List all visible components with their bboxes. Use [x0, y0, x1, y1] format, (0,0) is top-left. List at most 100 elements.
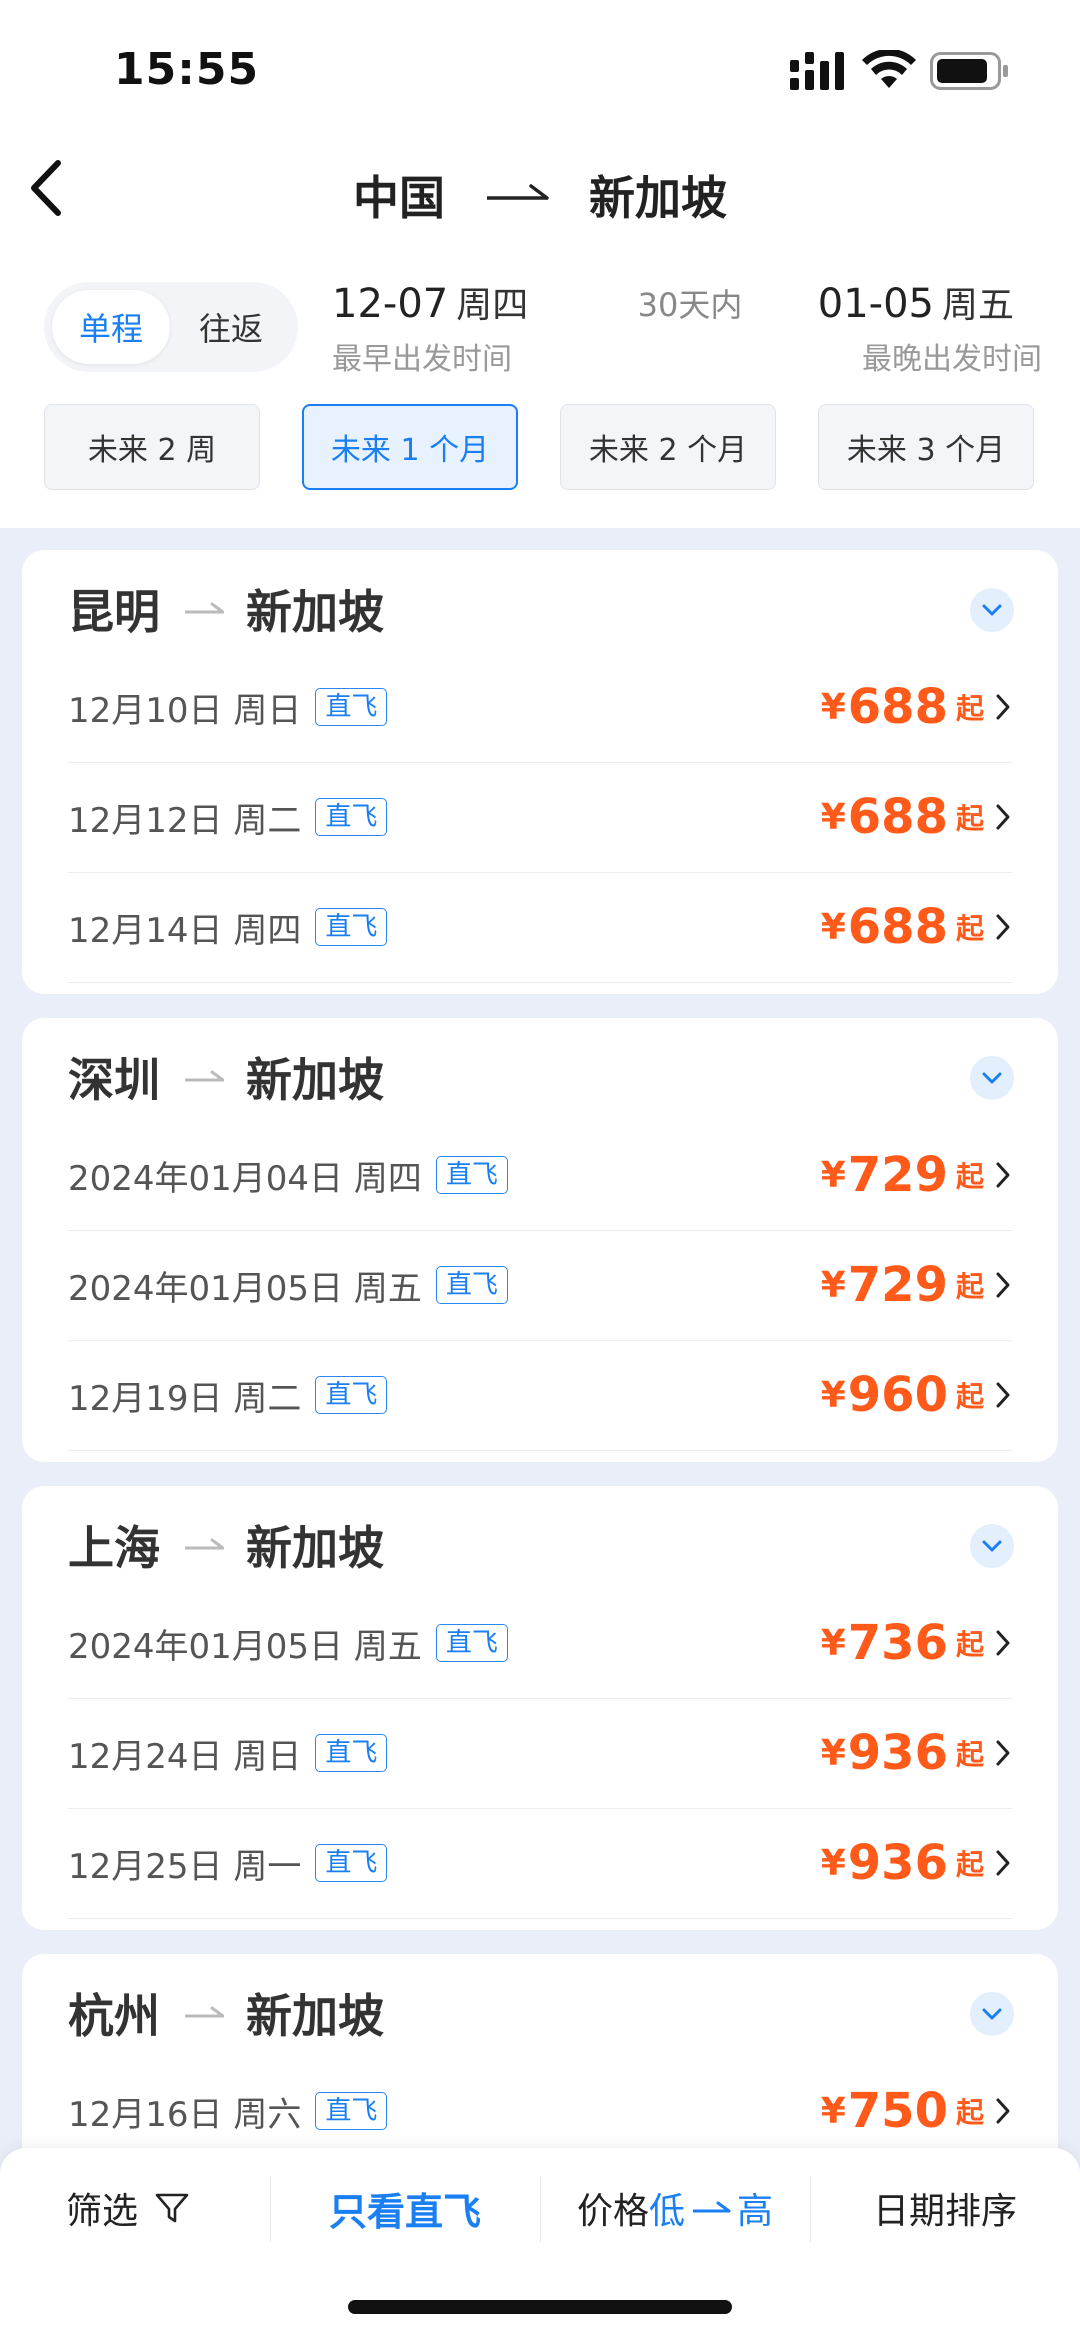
direct-flight-badge: 直飞 — [315, 908, 388, 946]
flight-row[interactable]: 12月24日 周日 直飞 ¥936 起 — [68, 1698, 1012, 1809]
expand-chevron-icon[interactable] — [970, 1992, 1014, 2036]
chevron-right-icon — [996, 1272, 1010, 1298]
cellular-signal-icon — [790, 52, 844, 90]
route-card-destination: 新加坡 — [246, 585, 384, 639]
route-title: 中国 新加坡 — [0, 160, 1080, 230]
route-card-destination: 新加坡 — [246, 1989, 384, 2043]
flight-row[interactable]: 12月12日 周二 直飞 ¥688 起 — [68, 762, 1012, 873]
route-arrow-icon — [185, 1538, 224, 1550]
flight-price: ¥729 起 — [820, 1257, 984, 1313]
flight-date: 12月14日 周四 — [68, 910, 302, 951]
chevron-right-icon — [996, 914, 1010, 940]
direct-flight-badge: 直飞 — [315, 2092, 388, 2130]
range-option-3-months[interactable]: 未来 3 个月 — [818, 404, 1034, 490]
route-card-destination: 新加坡 — [246, 1521, 384, 1575]
flight-date: 12月10日 周日 — [68, 690, 302, 731]
flight-date: 12月25日 周一 — [68, 1846, 302, 1887]
flight-row[interactable]: 2024年01月05日 周五 直飞 ¥736 起 — [68, 1588, 1012, 1699]
range-option-1-month[interactable]: 未来 1 个月 — [302, 404, 518, 490]
bottom-toolbar: 筛选 只看直飞 价格 低 高 日期排序 — [0, 2148, 1080, 2337]
direct-flight-badge: 直飞 — [435, 1266, 508, 1304]
direct-flight-badge: 直飞 — [435, 1624, 508, 1662]
range-option-2-months[interactable]: 未来 2 个月 — [560, 404, 776, 490]
earliest-date-label: 最早出发时间 — [332, 342, 512, 377]
route-arrow-icon — [185, 602, 224, 614]
earliest-date-picker[interactable]: 12-07 周四 最早出发时间 — [332, 276, 528, 378]
flight-date: 12月12日 周二 — [68, 800, 302, 841]
flight-price: ¥736 起 — [820, 1615, 984, 1671]
latest-date-picker[interactable]: 01-05 周五 最晚出发时间 — [818, 276, 1042, 378]
filter-funnel-icon — [155, 2193, 189, 2223]
flight-price: ¥729 起 — [820, 1147, 984, 1203]
chevron-right-icon — [996, 1382, 1010, 1408]
route-arrow-icon — [487, 184, 549, 200]
direct-flight-badge: 直飞 — [315, 1734, 388, 1772]
route-arrow-icon — [185, 2006, 224, 2018]
route-card-origin: 上海 — [68, 1521, 160, 1575]
status-bar: 15:55 — [0, 0, 1080, 140]
trip-type-round-trip[interactable]: 往返 — [172, 290, 290, 364]
battery-icon — [930, 52, 1008, 90]
route-card-shanghai: 上海 新加坡 2024年01月05日 周五 直飞 ¥736 起 12月24日 周日直… — [22, 1486, 1058, 1930]
flight-row[interactable]: 2024年01月05日 周五 直飞 ¥729 起 — [68, 1230, 1012, 1341]
price-sort-button[interactable]: 价格 低 高 — [540, 2148, 810, 2268]
trip-type-toggle: 单程 往返 — [44, 282, 298, 372]
chevron-right-icon — [996, 804, 1010, 830]
flight-price: ¥936 起 — [820, 1835, 984, 1891]
route-card-title: 上海 新加坡 — [68, 1512, 384, 1578]
date-sort-button[interactable]: 日期排序 — [810, 2148, 1080, 2268]
chevron-right-icon — [996, 1630, 1010, 1656]
range-options: 未来 2 周 未来 1 个月 未来 2 个月 未来 3 个月 — [44, 404, 1036, 492]
chevron-right-icon — [996, 1740, 1010, 1766]
flight-price: ¥936 起 — [820, 1725, 984, 1781]
direct-flight-badge: 直飞 — [315, 798, 388, 836]
route-card-title: 昆明 新加坡 — [68, 576, 384, 642]
route-origin: 中国 — [353, 171, 445, 225]
route-card-title: 深圳 新加坡 — [68, 1044, 384, 1110]
flight-row[interactable]: 2024年01月04日 周四 直飞 ¥729 起 — [68, 1120, 1012, 1231]
flight-row[interactable]: 12月19日 周二 直飞 ¥960 起 — [68, 1340, 1012, 1451]
chevron-right-icon — [996, 1162, 1010, 1188]
flight-row[interactable]: 12月25日 周一 直飞 ¥936 起 — [68, 1808, 1012, 1919]
home-indicator — [348, 2300, 732, 2314]
flight-price: ¥688 起 — [820, 899, 984, 955]
route-card-destination: 新加坡 — [246, 1053, 384, 1107]
route-arrow-icon — [185, 1070, 224, 1082]
sort-arrow-icon — [693, 2201, 731, 2213]
route-card-shenzhen: 深圳 新加坡 2024年01月04日 周四 直飞 ¥729 起 2024年01月05… — [22, 1018, 1058, 1462]
expand-chevron-icon[interactable] — [970, 588, 1014, 632]
direct-only-button[interactable]: 只看直飞 — [270, 2148, 540, 2268]
flight-price: ¥960 起 — [820, 1367, 984, 1423]
flight-date: 2024年01月04日 周四 — [68, 1158, 422, 1199]
direct-flight-badge: 直飞 — [315, 688, 388, 726]
price-sort-label: 价格 — [576, 2191, 649, 2232]
route-destination: 新加坡 — [589, 171, 727, 225]
trip-type-one-way[interactable]: 单程 — [52, 290, 170, 364]
latest-date-label: 最晚出发时间 — [862, 342, 1042, 377]
wifi-icon — [862, 50, 916, 88]
flight-date: 2024年01月05日 周五 — [68, 1626, 422, 1667]
flight-date: 2024年01月05日 周五 — [68, 1268, 422, 1309]
header-panel: 15:55 中国 新加坡 单程 往返 12-07 周四 最早出发时间 30天内 … — [0, 0, 1080, 528]
direct-flight-badge: 直飞 — [315, 1844, 388, 1882]
expand-chevron-icon[interactable] — [970, 1056, 1014, 1100]
latest-weekday: 周五 — [941, 285, 1014, 326]
status-time: 15:55 — [114, 44, 260, 95]
chevron-right-icon — [996, 1850, 1010, 1876]
route-card-title: 杭州 新加坡 — [68, 1980, 384, 2046]
filter-label: 筛选 — [66, 2191, 139, 2232]
price-sort-high: 高 — [737, 2191, 774, 2232]
within-days-label: 30天内 — [637, 286, 743, 324]
flight-row[interactable]: 12月10日 周日 直飞 ¥688 起 — [68, 652, 1012, 763]
flight-date: 12月16日 周六 — [68, 2094, 302, 2135]
direct-flight-badge: 直飞 — [315, 1376, 388, 1414]
range-option-2-weeks[interactable]: 未来 2 周 — [44, 404, 260, 490]
chevron-right-icon — [996, 694, 1010, 720]
route-card-origin: 昆明 — [68, 585, 160, 639]
filter-button[interactable]: 筛选 — [0, 2148, 270, 2268]
earliest-date: 12-07 — [332, 281, 449, 327]
direct-flight-badge: 直飞 — [435, 1156, 508, 1194]
flight-date: 12月24日 周日 — [68, 1736, 302, 1777]
flight-row[interactable]: 12月14日 周四 直飞 ¥688 起 — [68, 872, 1012, 983]
expand-chevron-icon[interactable] — [970, 1524, 1014, 1568]
